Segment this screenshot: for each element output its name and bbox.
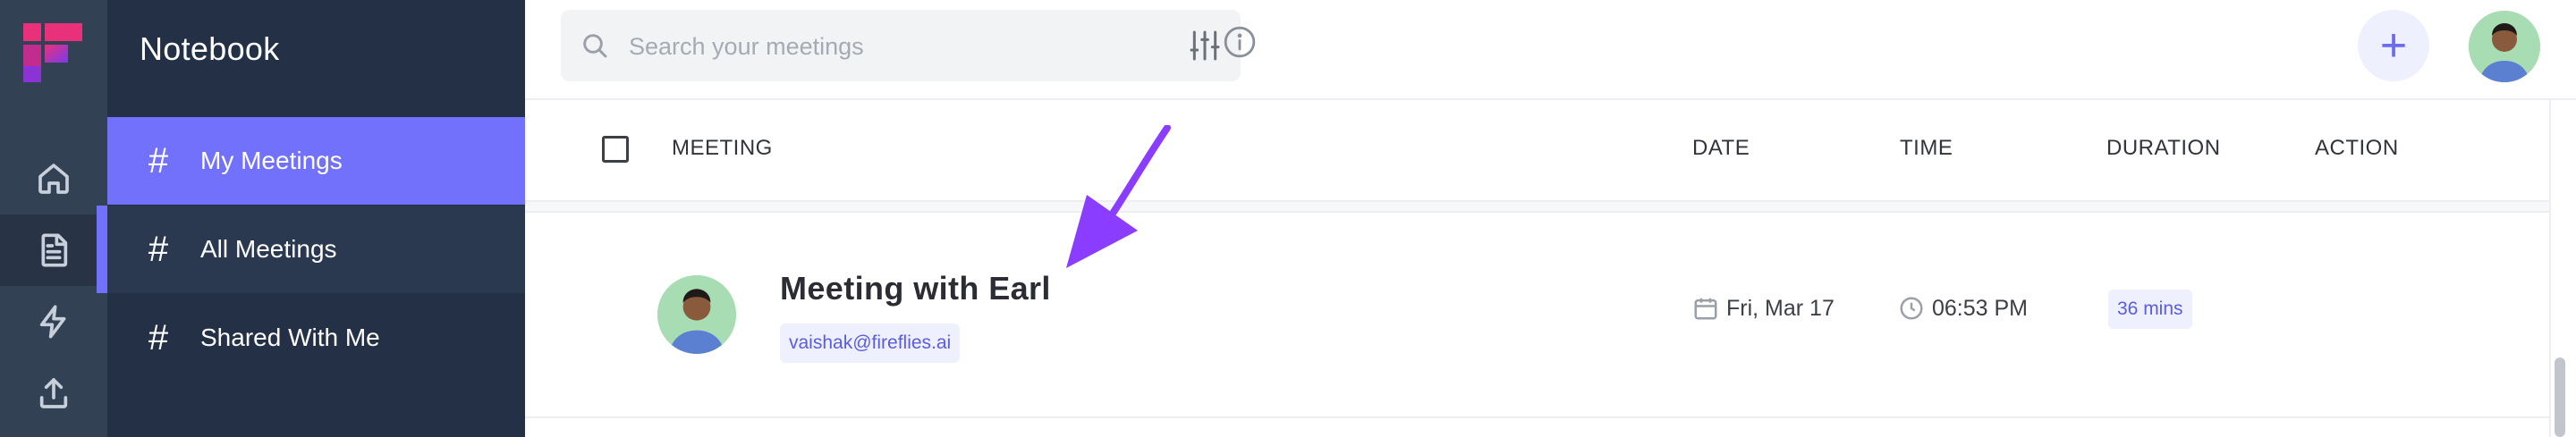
upload-icon: [39, 378, 68, 408]
info-icon[interactable]: [1223, 25, 1257, 59]
meeting-date: Fri, Mar 17: [1692, 295, 1835, 322]
search-bar: [561, 10, 1241, 81]
sidebar-item-shared-with-me[interactable]: # Shared With Me: [107, 294, 525, 382]
plus-icon: +: [2379, 20, 2408, 71]
hash-icon: #: [148, 141, 169, 181]
sidebar-item-label: My Meetings: [200, 147, 343, 174]
duration-badge: 36 mins: [2108, 290, 2192, 329]
top-bar: +: [525, 0, 2576, 100]
organizer-email-badge: vaishak@fireflies.ai: [780, 324, 961, 363]
meetings-table-header: MEETING DATE TIME DURATION ACTION: [525, 100, 2549, 202]
sidebar-item-all-meetings[interactable]: # All Meetings: [97, 206, 525, 293]
icon-rail: [0, 0, 107, 437]
filter-sliders-icon[interactable]: [1187, 28, 1223, 63]
meeting-time-text: 06:53 PM: [1932, 295, 2029, 321]
search-input[interactable]: [627, 26, 1131, 67]
meeting-time: 06:53 PM: [1898, 295, 2028, 322]
sidebar-item-label: All Meetings: [200, 235, 337, 263]
table-row[interactable]: Meeting with Earl vaishak@fireflies.ai F…: [525, 213, 2549, 418]
add-meeting-button[interactable]: +: [2358, 10, 2429, 81]
rail-integrations-button[interactable]: [0, 286, 107, 357]
calendar-icon: [1694, 298, 1717, 320]
user-avatar[interactable]: [2469, 11, 2540, 82]
column-header-action: ACTION: [2315, 136, 2399, 160]
meeting-title-link[interactable]: Meeting with Earl: [780, 270, 1051, 307]
scrollbar-thumb[interactable]: [2555, 357, 2565, 437]
notebook-icon: [41, 233, 68, 267]
column-header-meeting: MEETING: [672, 136, 773, 160]
fireflies-logo[interactable]: [23, 23, 82, 82]
sidebar-item-label: Shared With Me: [200, 324, 380, 351]
lightning-icon: [39, 305, 66, 339]
rail-upload-button[interactable]: [0, 357, 107, 429]
meeting-date-text: Fri, Mar 17: [1726, 295, 1835, 321]
sidebar-title: Notebook: [140, 30, 280, 67]
table-divider: [525, 202, 2549, 213]
person-avatar-image: [657, 275, 736, 354]
organizer-avatar: [657, 275, 736, 354]
column-header-date: DATE: [1692, 136, 1750, 160]
home-icon: [38, 164, 69, 194]
sidebar-item-my-meetings[interactable]: # My Meetings: [107, 117, 525, 205]
rail-home-button[interactable]: [0, 143, 107, 214]
select-all-checkbox[interactable]: [602, 136, 629, 163]
hash-icon: #: [148, 230, 169, 269]
hash-icon: #: [148, 318, 169, 357]
clock-icon: [1900, 297, 1923, 320]
column-header-duration: DURATION: [2106, 136, 2221, 160]
notebook-sidebar: Notebook # My Meetings # All Meetings # …: [97, 0, 525, 437]
rail-notebook-button[interactable]: [0, 214, 107, 286]
annotation-arrow-icon: [1066, 125, 1171, 268]
person-avatar-image: [2469, 11, 2540, 82]
column-header-time: TIME: [1900, 136, 1953, 160]
search-icon: [583, 34, 607, 58]
